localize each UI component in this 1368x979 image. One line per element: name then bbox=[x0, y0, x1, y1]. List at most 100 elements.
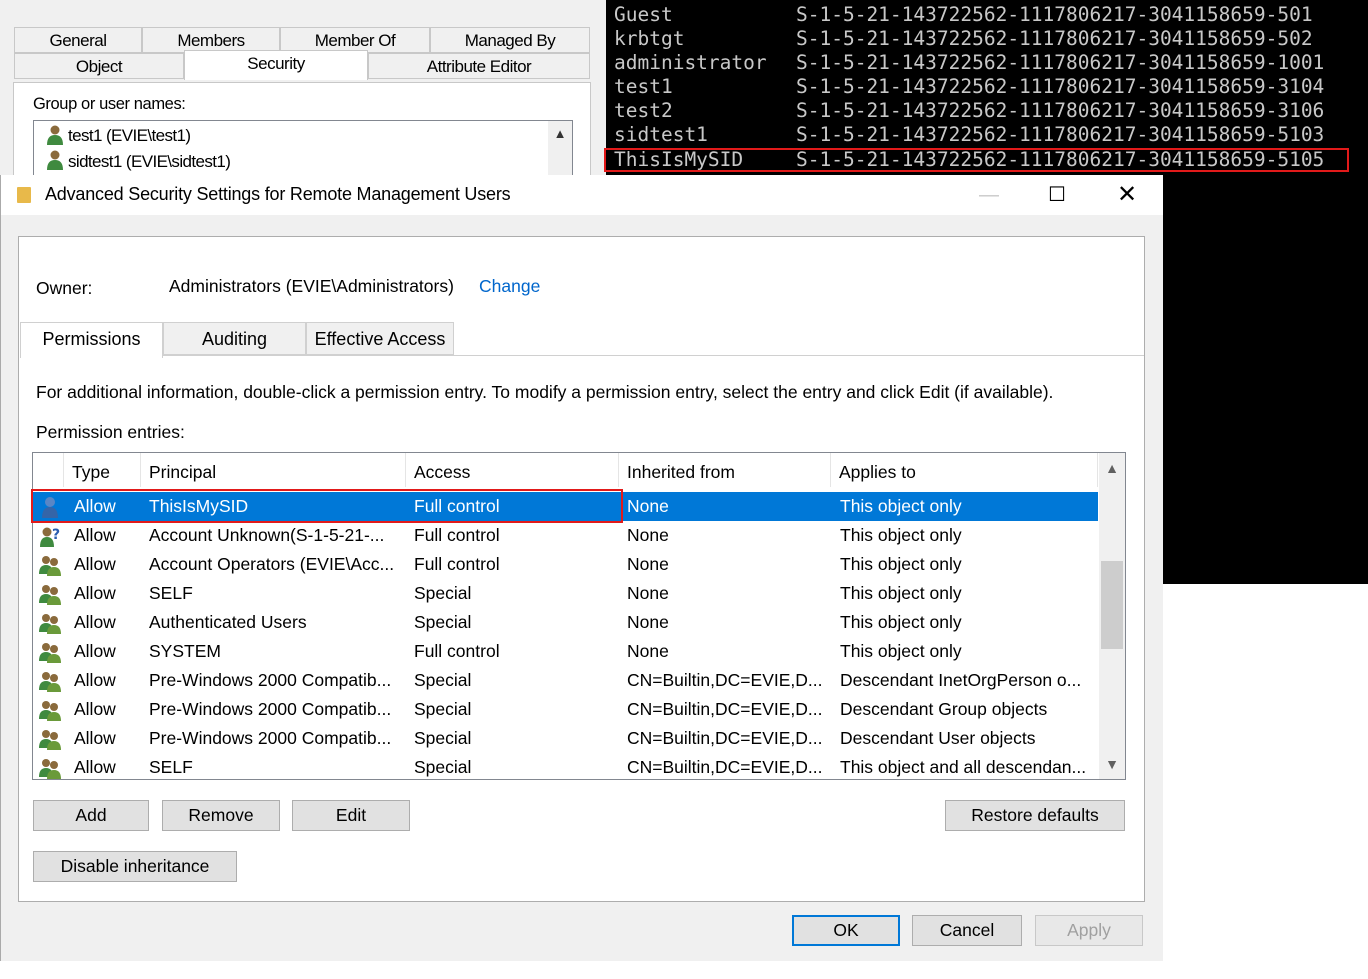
add-button[interactable]: Add bbox=[33, 800, 149, 831]
principal-cell: Pre-Windows 2000 Compatib... bbox=[149, 670, 392, 690]
console-row: sidtest1 S-1-5-21-143722562-1117806217-30… bbox=[614, 123, 1325, 146]
access-cell: Special bbox=[414, 757, 472, 777]
table-row[interactable]: Allow Pre-Windows 2000 Compatib... Special… bbox=[33, 695, 1098, 724]
unknown-user-icon: ? bbox=[40, 527, 60, 547]
access-cell: Special bbox=[414, 670, 472, 690]
tab-divider bbox=[20, 355, 1144, 356]
principal-cell: SELF bbox=[149, 583, 193, 603]
table-row[interactable]: Allow Pre-Windows 2000 Compatib... Special… bbox=[33, 724, 1098, 753]
change-owner-link[interactable]: Change bbox=[479, 276, 540, 297]
group-icon bbox=[39, 672, 61, 692]
access-cell: Special bbox=[414, 728, 472, 748]
tab-managed-by[interactable]: Managed By bbox=[430, 27, 590, 53]
access-cell: Special bbox=[414, 612, 472, 632]
applies-to-cell: This object only bbox=[840, 583, 962, 603]
column-header-inherited-from[interactable]: Inherited from bbox=[619, 453, 831, 487]
edit-button[interactable]: Edit bbox=[292, 800, 410, 831]
principal-cell: SELF bbox=[149, 757, 193, 777]
tab-permissions[interactable]: Permissions bbox=[20, 322, 163, 358]
principal-cell: SYSTEM bbox=[149, 641, 221, 661]
inherited-from-cell: None bbox=[627, 641, 669, 661]
console-row: krbtgt S-1-5-21-143722562-1117806217-3041… bbox=[614, 27, 1313, 50]
inherited-from-cell: CN=Builtin,DC=EVIE,D... bbox=[627, 670, 823, 690]
applies-to-cell: This object only bbox=[840, 641, 962, 661]
remove-button[interactable]: Remove bbox=[162, 800, 280, 831]
column-header-type[interactable]: Type bbox=[64, 453, 141, 487]
group-list[interactable]: test1 (EVIE\test1) sidtest1 (EVIE\sidtes… bbox=[33, 120, 573, 180]
minimize-icon[interactable]: — bbox=[959, 175, 1019, 215]
owner-label: Owner: bbox=[36, 278, 93, 298]
type-cell: Allow bbox=[74, 525, 116, 545]
access-cell: Special bbox=[414, 699, 472, 719]
folder-icon bbox=[17, 187, 31, 203]
table-row[interactable]: ? Allow Account Unknown(S-1-5-21-... Full c… bbox=[33, 521, 1098, 550]
vertical-scrollbar[interactable]: ▲ ▼ bbox=[1099, 453, 1125, 779]
type-cell: Allow bbox=[74, 728, 116, 748]
type-cell: Allow bbox=[74, 757, 116, 777]
disable-inheritance-button[interactable]: Disable inheritance bbox=[33, 851, 237, 882]
table-row[interactable]: Allow Authenticated Users Special None This … bbox=[33, 608, 1098, 637]
inherited-from-cell: None bbox=[627, 496, 669, 516]
list-scrollbar[interactable]: ▲ bbox=[548, 121, 572, 179]
access-cell: Full control bbox=[414, 525, 500, 545]
tab-general[interactable]: General bbox=[14, 27, 142, 53]
tab-security[interactable]: Security bbox=[184, 50, 368, 80]
list-item[interactable]: sidtest1 (EVIE\sidtest1) bbox=[68, 152, 231, 172]
inherited-from-cell: None bbox=[627, 525, 669, 545]
group-icon bbox=[39, 701, 61, 721]
tab-object[interactable]: Object bbox=[14, 53, 184, 79]
inherited-from-cell: None bbox=[627, 612, 669, 632]
type-cell: Allow bbox=[74, 670, 116, 690]
tab-attribute-editor[interactable]: Attribute Editor bbox=[368, 53, 590, 79]
close-icon[interactable]: ✕ bbox=[1097, 175, 1157, 215]
principal-cell: Pre-Windows 2000 Compatib... bbox=[149, 699, 392, 719]
scroll-thumb[interactable] bbox=[1101, 561, 1123, 649]
permission-entries-label: Permission entries: bbox=[36, 422, 185, 442]
tab-auditing[interactable]: Auditing bbox=[163, 322, 306, 355]
principal-cell: Authenticated Users bbox=[149, 612, 307, 632]
inherited-from-cell: None bbox=[627, 583, 669, 603]
console-row: administrator S-1-5-21-143722562-11178062… bbox=[614, 51, 1325, 74]
inherited-from-cell: None bbox=[627, 554, 669, 574]
apply-button[interactable]: Apply bbox=[1035, 915, 1143, 946]
scroll-down-icon[interactable]: ▼ bbox=[1099, 751, 1125, 777]
type-cell: Allow bbox=[74, 554, 116, 574]
table-row[interactable]: Allow SELF Special None This object only bbox=[33, 579, 1098, 608]
group-names-label: Group or user names: bbox=[33, 95, 186, 113]
type-cell: Allow bbox=[74, 641, 116, 661]
table-row[interactable]: Allow SELF Special CN=Builtin,DC=EVIE,D... T… bbox=[33, 753, 1098, 779]
restore-defaults-button[interactable]: Restore defaults bbox=[945, 800, 1125, 831]
applies-to-cell: Descendant Group objects bbox=[840, 699, 1048, 719]
column-header-principal[interactable]: Principal bbox=[141, 453, 406, 487]
access-cell: Full control bbox=[414, 554, 500, 574]
applies-to-cell: Descendant InetOrgPerson o... bbox=[840, 670, 1082, 690]
table-row[interactable]: Allow Account Operators (EVIE\Acc... Full … bbox=[33, 550, 1098, 579]
scroll-up-icon[interactable]: ▲ bbox=[548, 121, 572, 147]
column-header-icon[interactable] bbox=[33, 453, 64, 487]
principal-cell: Account Unknown(S-1-5-21-... bbox=[149, 525, 385, 545]
info-text: For additional information, double-click… bbox=[36, 382, 1054, 402]
console-row: Guest S-1-5-21-143722562-1117806217-30411… bbox=[614, 3, 1313, 26]
applies-to-cell: This object and all descendan... bbox=[840, 757, 1087, 777]
column-header-access[interactable]: Access bbox=[406, 453, 619, 487]
type-cell: Allow bbox=[74, 583, 116, 603]
window-title: Advanced Security Settings for Remote Ma… bbox=[45, 184, 511, 204]
scroll-up-icon[interactable]: ▲ bbox=[1099, 455, 1125, 481]
ok-button[interactable]: OK bbox=[792, 915, 900, 946]
title-bar[interactable]: Advanced Security Settings for Remote Ma… bbox=[1, 175, 1163, 215]
access-cell: Special bbox=[414, 583, 472, 603]
table-row[interactable]: Allow SYSTEM Full control None This object o… bbox=[33, 637, 1098, 666]
table-row[interactable]: Allow Pre-Windows 2000 Compatib... Special… bbox=[33, 666, 1098, 695]
column-header-applies-to[interactable]: Applies to bbox=[831, 453, 1098, 487]
tab-effective-access[interactable]: Effective Access bbox=[306, 322, 454, 355]
properties-dialog: General Members Member Of Managed By Obj… bbox=[0, 0, 606, 182]
cancel-button[interactable]: Cancel bbox=[912, 915, 1022, 946]
owner-value: Administrators (EVIE\Administrators) bbox=[169, 276, 454, 296]
principal-cell: Account Operators (EVIE\Acc... bbox=[149, 554, 395, 574]
inherited-from-cell: CN=Builtin,DC=EVIE,D... bbox=[627, 757, 823, 777]
inherited-from-cell: CN=Builtin,DC=EVIE,D... bbox=[627, 728, 823, 748]
maximize-icon[interactable]: ☐ bbox=[1027, 175, 1087, 215]
list-item[interactable]: test1 (EVIE\test1) bbox=[68, 126, 191, 146]
inherited-from-cell: CN=Builtin,DC=EVIE,D... bbox=[627, 699, 823, 719]
type-cell: Allow bbox=[74, 612, 116, 632]
